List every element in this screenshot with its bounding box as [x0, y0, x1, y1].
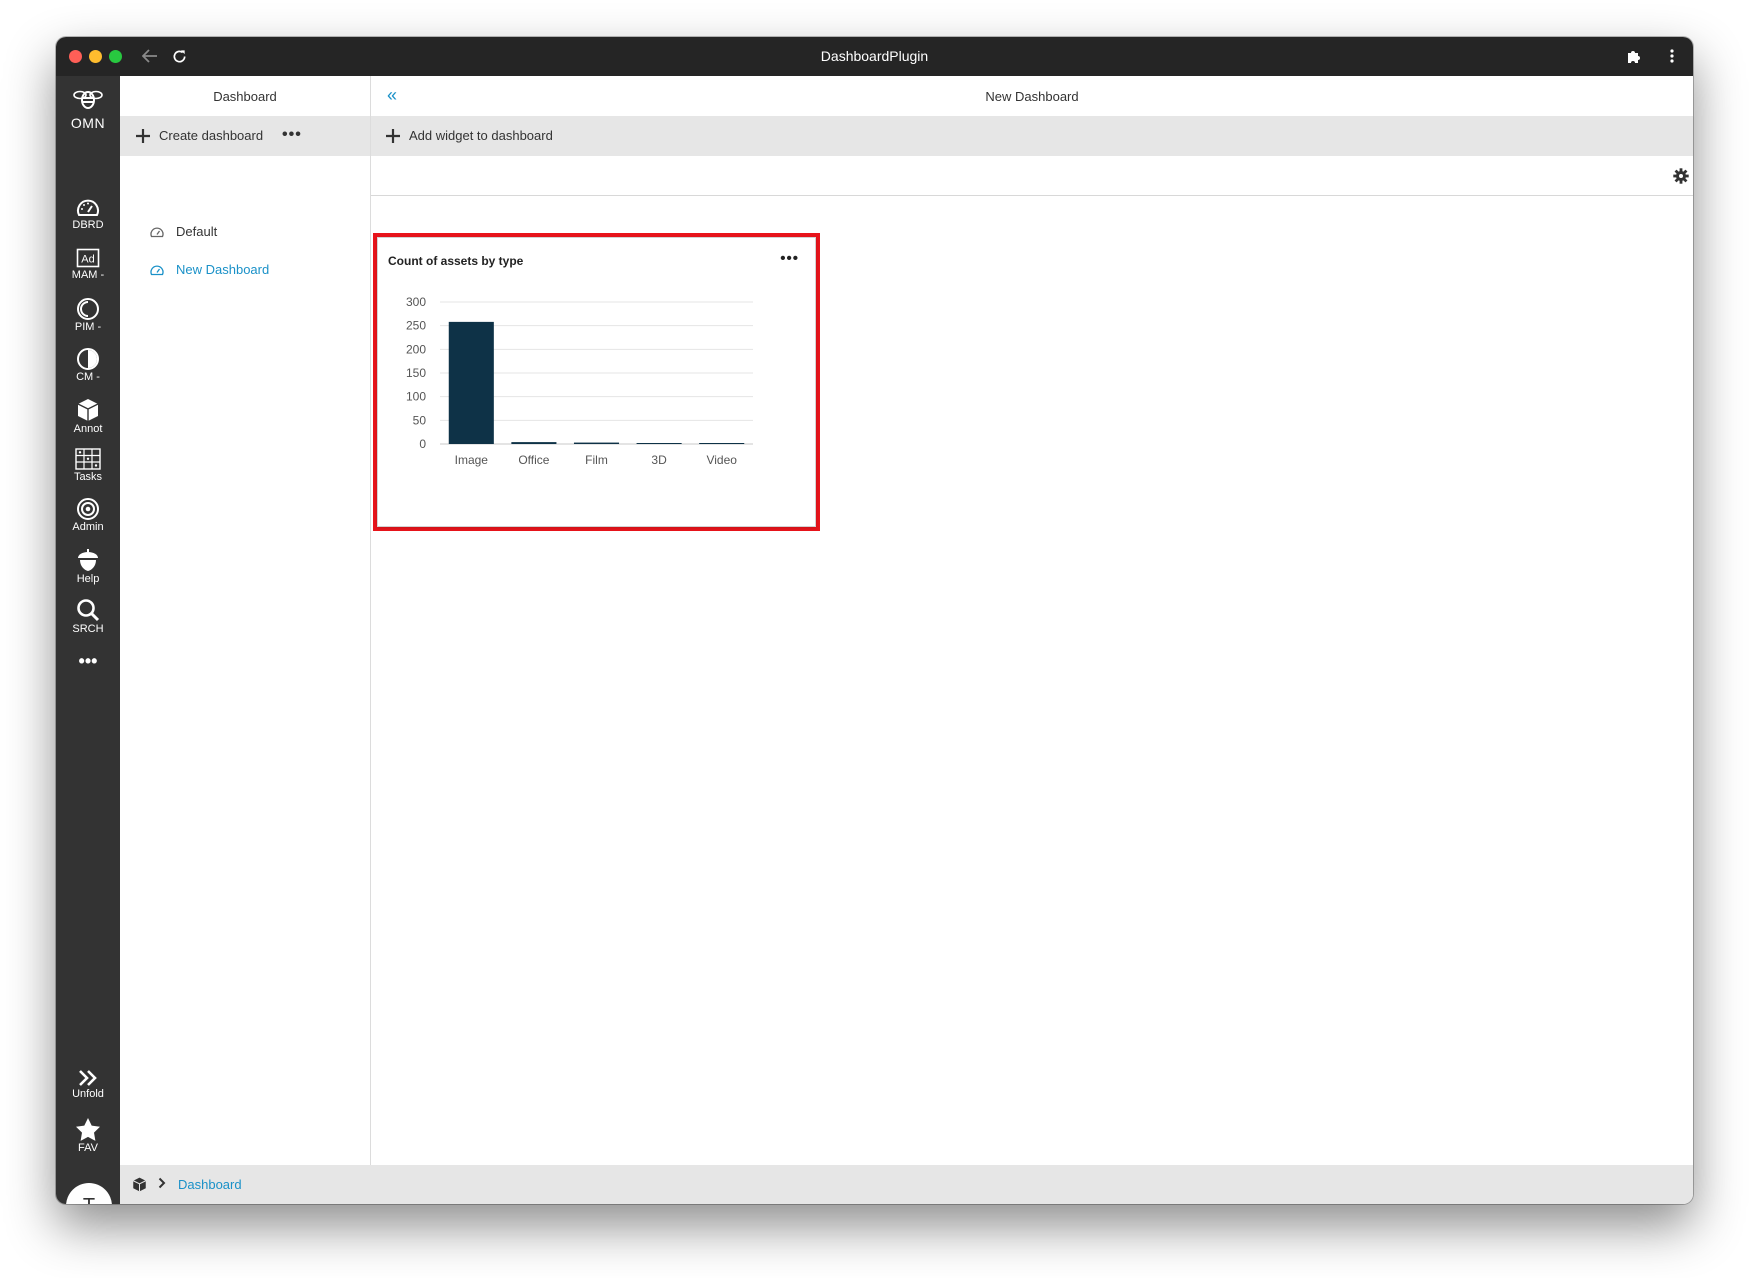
- rail-item-fav[interactable]: FAV: [56, 1117, 120, 1163]
- window-title: DashboardPlugin: [820, 48, 929, 64]
- widget-more-button[interactable]: •••: [780, 250, 799, 267]
- bar-video: [699, 443, 745, 444]
- y-tick-label: 200: [406, 342, 426, 356]
- title-bar: DashboardPlugin: [56, 37, 1693, 76]
- rail-item-label: Tasks: [73, 471, 103, 483]
- add-widget-label: Add widget to dashboard: [409, 128, 553, 143]
- rail-item-label: Help: [76, 573, 100, 585]
- bar-3d: [636, 443, 682, 444]
- rail-item-label: FAV: [78, 1142, 98, 1154]
- panel-toolbar: Create dashboard •••: [120, 116, 370, 156]
- gauge-icon: [150, 264, 164, 275]
- create-dashboard-label: Create dashboard: [159, 128, 264, 143]
- panel-more-button[interactable]: •••: [282, 126, 302, 144]
- rail-item-label: Unfold: [72, 1088, 104, 1100]
- app-window: DashboardPlugin OMN DBRD Ad MAM - PIM - …: [56, 37, 1693, 1204]
- rail-item-tasks[interactable]: Tasks: [56, 448, 120, 494]
- svg-text:Ad: Ad: [81, 254, 94, 266]
- dashboard-item-new-dashboard[interactable]: New Dashboard: [150, 262, 269, 277]
- logo-text: OMN: [70, 115, 106, 131]
- rail-item-label: Annot: [73, 423, 103, 435]
- pim-circle-icon: [77, 298, 99, 320]
- rail-item-label: CM -: [76, 371, 100, 383]
- bar-film: [573, 442, 620, 444]
- rail-item-label: PIM -: [74, 321, 102, 333]
- dashboard-item-label: Default: [176, 224, 218, 239]
- x-tick-label: Video: [706, 453, 737, 467]
- half-circle-icon: [77, 348, 99, 370]
- double-chevron-right-icon: [79, 1070, 97, 1086]
- cube-icon: [77, 399, 99, 421]
- rail-item-srch[interactable]: SRCH: [56, 598, 120, 644]
- rail-item-label: DBRD: [72, 219, 104, 231]
- ad-icon: Ad: [76, 248, 100, 268]
- omn-logo[interactable]: OMN: [56, 88, 120, 131]
- rail-item-help[interactable]: Help: [56, 548, 120, 594]
- rail-more-button[interactable]: •••: [56, 652, 120, 674]
- acorn-icon: [78, 549, 98, 571]
- x-tick-label: Office: [518, 453, 549, 467]
- bar-image: [448, 321, 494, 444]
- panel-title: Dashboard: [213, 89, 277, 104]
- bar-office: [511, 442, 557, 444]
- rail-item-label: Admin: [72, 521, 104, 533]
- rail-item-label: SRCH: [72, 623, 104, 635]
- add-widget-button[interactable]: Add widget to dashboard: [386, 128, 553, 143]
- search-icon: [77, 599, 100, 622]
- x-tick-label: Film: [585, 453, 608, 467]
- gauge-icon: [150, 226, 164, 237]
- dashboard-item-label: New Dashboard: [176, 262, 270, 277]
- settings-row: [371, 156, 1693, 196]
- y-tick-label: 300: [406, 295, 426, 309]
- page-title: New Dashboard: [985, 89, 1079, 104]
- star-icon: [76, 1118, 100, 1141]
- rail-item-cm[interactable]: CM -: [56, 348, 120, 394]
- breadcrumb-bar: Dashboard: [120, 1165, 1693, 1204]
- bee-logo-icon: [73, 90, 103, 109]
- rail-item-dbrd[interactable]: DBRD: [56, 198, 120, 244]
- chevron-right-icon: [158, 1177, 166, 1189]
- user-avatar[interactable]: T: [66, 1183, 112, 1204]
- y-tick-label: 150: [406, 366, 426, 380]
- chart-widget[interactable]: Count of assets by type ••• 0 50 100 150 200…: [377, 237, 816, 527]
- y-tick-label: 50: [413, 413, 427, 427]
- y-tick-label: 100: [406, 390, 426, 404]
- rail-item-annot[interactable]: Annot: [56, 398, 120, 444]
- plus-icon: [386, 128, 400, 143]
- rail-item-admin[interactable]: Admin: [56, 498, 120, 544]
- breadcrumb-dashboard-link[interactable]: Dashboard: [178, 1177, 242, 1192]
- kebab-menu-icon[interactable]: [1661, 45, 1683, 67]
- x-tick-label: 3D: [651, 453, 667, 467]
- gauge-icon: [77, 199, 99, 216]
- puzzle-extension-icon[interactable]: [1623, 45, 1645, 67]
- rail-item-label: MAM -: [71, 269, 105, 281]
- dashboard-panel: Dashboard Create dashboard ••• Default N…: [120, 76, 371, 1165]
- widget-title: Count of assets by type: [388, 254, 524, 268]
- cube-icon[interactable]: [132, 1177, 147, 1192]
- tasks-grid-icon: [75, 448, 101, 470]
- app-rail: OMN DBRD Ad MAM - PIM - CM - Annot Tasks…: [56, 76, 120, 1204]
- plus-icon: [136, 128, 150, 143]
- main-toolbar: Add widget to dashboard: [371, 116, 1693, 156]
- gear-icon[interactable]: [1673, 168, 1689, 184]
- x-tick-label: Image: [455, 453, 489, 467]
- main-area: « New Dashboard Add widget to dashboard: [371, 76, 1693, 1165]
- y-tick-label: 250: [406, 319, 426, 333]
- rail-item-unfold[interactable]: Unfold: [56, 1069, 120, 1115]
- target-icon: [77, 498, 99, 520]
- bar-chart: 0 50 100 150 200 250 300 Image Office Film 3D Video: [406, 295, 753, 467]
- create-dashboard-button[interactable]: Create dashboard: [136, 128, 263, 143]
- rail-item-pim[interactable]: PIM -: [56, 298, 120, 344]
- dashboard-item-default[interactable]: Default: [150, 224, 217, 239]
- y-tick-label: 0: [419, 437, 426, 451]
- rail-item-mam[interactable]: Ad MAM -: [56, 248, 120, 294]
